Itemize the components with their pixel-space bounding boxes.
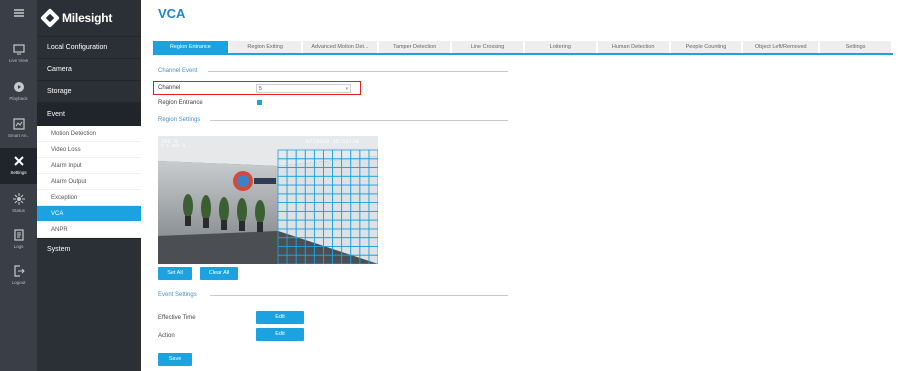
rail-item-playback[interactable]: Playback (0, 74, 37, 110)
event-submenu: Motion Detection Video Loss Alarm Input … (37, 126, 141, 238)
submenu-video-loss[interactable]: Video Loss (37, 142, 141, 158)
camera-preview[interactable]: IPC 5 C 1 Sat 0.. 07/2020 15:13:28 (158, 136, 378, 264)
section-channel-event: Channel Event (158, 68, 508, 74)
tab-object-left-removed[interactable]: Object Left/Removed (743, 41, 819, 53)
channel-value: 5 (259, 86, 262, 92)
rail-top (0, 0, 37, 36)
save-button[interactable]: Save (158, 353, 192, 366)
tab-tamper-detection[interactable]: Tamper Detection (379, 41, 451, 53)
section-region-settings: Region Settings (158, 117, 508, 123)
menu-toggle-icon[interactable] (12, 6, 26, 20)
clear-all-button[interactable]: Clear All (200, 267, 238, 280)
section-event-settings: Event Settings (158, 292, 508, 298)
camera-scene (158, 136, 378, 264)
live-view-icon (12, 44, 25, 55)
rail-label: Settings (10, 170, 27, 175)
menu-system[interactable]: System (37, 238, 141, 260)
submenu-anpr[interactable]: ANPR (37, 222, 141, 238)
rail-label: Status (12, 208, 25, 213)
region-entrance-label: Region Entrance (158, 100, 203, 106)
action-label: Action (158, 333, 175, 339)
submenu-alarm-input[interactable]: Alarm Input (37, 158, 141, 174)
effective-time-label: Effective Time (158, 315, 196, 321)
rail-label: Logs (13, 244, 24, 249)
section-divider (210, 120, 508, 121)
smart-analysis-icon (12, 118, 25, 130)
rail-item-smart-analysis[interactable]: Smart An.. (0, 111, 37, 147)
region-entrance-checkbox[interactable] (257, 100, 262, 105)
submenu-motion-detection[interactable]: Motion Detection (37, 126, 141, 142)
rail-label: Playback (9, 96, 28, 101)
settings-menu: Milesight Local Configuration Camera Sto… (37, 0, 141, 371)
vca-tabs: Region Entrance Region Exiting Advanced … (153, 41, 893, 55)
tab-advanced-motion-detection[interactable]: Advanced Motion Det... (302, 41, 378, 53)
effective-time-edit-button[interactable]: Edit (256, 311, 304, 324)
menu-storage[interactable]: Storage (37, 80, 141, 102)
osd-date-label: C 1 Sat 0.. (161, 144, 191, 149)
brand-name: Milesight (62, 11, 113, 25)
section-divider (210, 295, 508, 296)
page-title: VCA (158, 6, 186, 21)
osd-timestamp: 07/2020 15:13:28 (306, 138, 359, 145)
menu-event[interactable]: Event (37, 102, 141, 126)
tab-region-entrance[interactable]: Region Entrance (153, 41, 228, 53)
submenu-alarm-output[interactable]: Alarm Output (37, 174, 141, 190)
tab-human-detection[interactable]: Human Detection (597, 41, 669, 53)
action-edit-button[interactable]: Edit (256, 328, 304, 341)
submenu-exception[interactable]: Exception (37, 190, 141, 206)
status-icon (12, 193, 25, 205)
rail-item-logout[interactable]: Logout (0, 258, 37, 294)
tab-region-exiting[interactable]: Region Exiting (229, 41, 301, 53)
chevron-down-icon: ▾ (345, 86, 348, 92)
main-panel: VCA Region Entrance Region Exiting Advan… (143, 0, 901, 371)
icon-rail: Live View Playback Smart An.. Settings S… (0, 0, 37, 371)
tab-line-crossing[interactable]: Line Crossing (452, 41, 523, 53)
section-title: Channel Event (158, 68, 198, 74)
rail-item-status[interactable]: Status (0, 186, 37, 222)
tab-loitering[interactable]: Loitering (524, 41, 596, 53)
channel-label: Channel (158, 85, 181, 91)
logs-icon (13, 229, 24, 241)
set-all-button[interactable]: Set All (158, 267, 192, 280)
submenu-vca[interactable]: VCA (37, 206, 141, 222)
menu-camera[interactable]: Camera (37, 58, 141, 80)
rail-item-settings[interactable]: Settings (0, 148, 37, 184)
menu-local-configuration[interactable]: Local Configuration (37, 36, 141, 58)
settings-icon (13, 156, 24, 166)
channel-select[interactable]: 5 ▾ (256, 84, 351, 93)
tab-people-counting[interactable]: People Counting (670, 41, 742, 53)
logout-icon (13, 265, 25, 277)
rail-item-live-view[interactable]: Live View (0, 36, 37, 72)
rail-label: Smart An.. (7, 133, 29, 138)
milesight-logo-icon (40, 8, 60, 28)
rail-label: Logout (11, 280, 26, 285)
section-title: Region Settings (158, 117, 201, 123)
section-divider (208, 71, 508, 72)
playback-icon (13, 82, 24, 92)
tab-settings[interactable]: Settings (820, 41, 891, 53)
rail-label: Live View (8, 58, 29, 63)
section-title: Event Settings (158, 292, 197, 298)
rail-item-logs[interactable]: Logs (0, 222, 37, 258)
brand-logo: Milesight (37, 0, 141, 36)
